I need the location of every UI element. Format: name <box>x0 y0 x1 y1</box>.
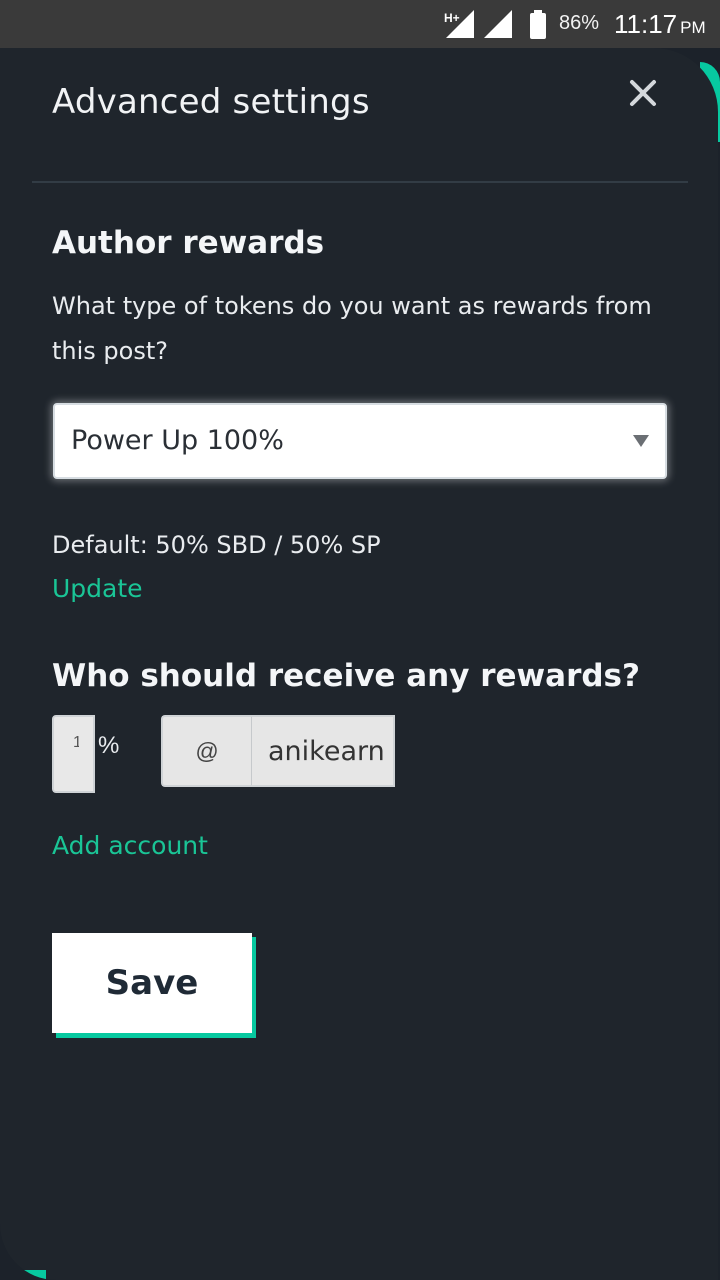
beneficiary-account-value: anikearn <box>268 736 385 767</box>
beneficiary-percent-value: 100 <box>73 731 79 755</box>
percent-sign: % <box>98 732 120 759</box>
close-icon[interactable] <box>624 74 662 112</box>
beneficiary-percent-input[interactable]: 100 <box>52 715 95 793</box>
beneficiaries-heading: Who should receive any rewards? <box>52 658 640 694</box>
save-button[interactable]: Save <box>52 933 252 1033</box>
battery-icon <box>530 13 546 39</box>
rewards-question: What type of tokens do you want as rewar… <box>52 292 652 365</box>
network-type-label: H+ <box>444 11 460 25</box>
clock-ampm: PM <box>680 18 706 37</box>
status-bar: H+ 86% 11:17 PM <box>0 0 720 48</box>
wifi-signal-icon <box>484 10 512 38</box>
update-link[interactable]: Update <box>52 574 143 603</box>
network-signal-icons: H+ <box>444 10 546 39</box>
rewards-type-value: Power Up 100% <box>71 425 284 456</box>
modal-title: Advanced settings <box>52 82 370 122</box>
add-account-link[interactable]: Add account <box>52 831 208 860</box>
clock: 11:17 PM <box>614 9 706 40</box>
at-symbol-addon: @ <box>161 715 253 787</box>
header-divider <box>32 181 688 183</box>
corner-accent <box>0 1270 46 1280</box>
chevron-down-icon <box>633 435 649 447</box>
rewards-type-select[interactable]: Power Up 100% <box>53 403 667 479</box>
author-rewards-heading: Author rewards <box>52 225 325 261</box>
default-rewards-text: Default: 50% SBD / 50% SP <box>52 531 381 559</box>
clock-time: 11:17 <box>614 9 678 39</box>
advanced-settings-modal: Advanced settings Author rewards What ty… <box>0 48 718 1280</box>
beneficiary-account-input[interactable]: anikearn <box>252 715 395 787</box>
battery-percent: 86% <box>559 12 600 34</box>
